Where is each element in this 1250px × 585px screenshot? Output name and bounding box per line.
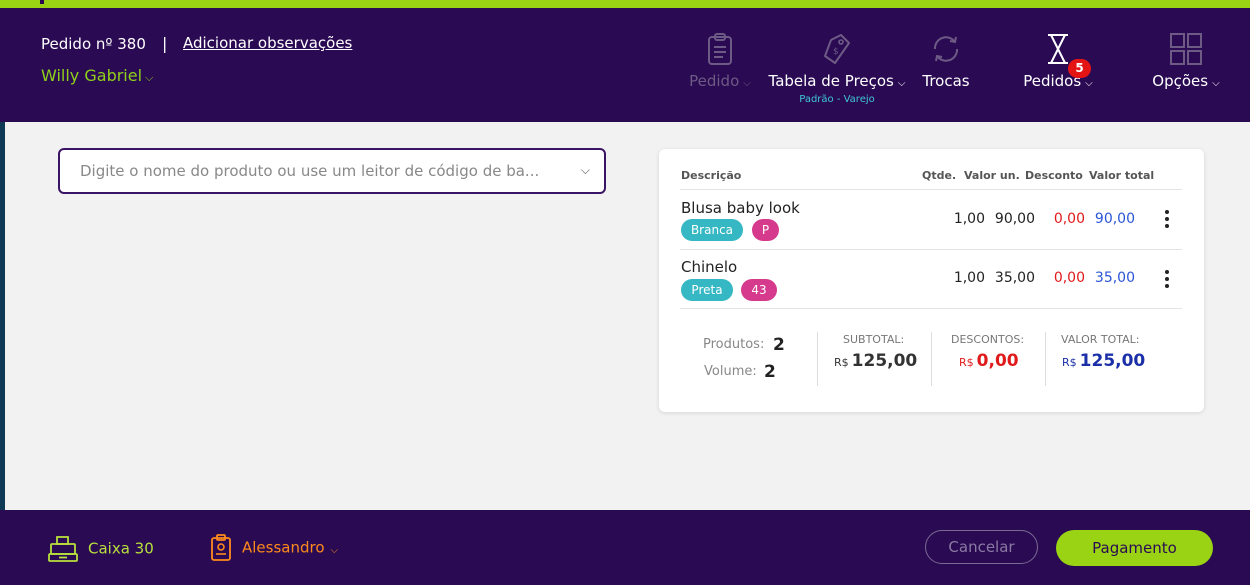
subtotal-label: SUBTOTAL: [843, 333, 905, 346]
column-header-qty: Qtde. [922, 169, 957, 182]
total-amount: 125,00 [1079, 351, 1146, 371]
item-total: 35,00 [1094, 270, 1135, 286]
item-name: Chinelo [681, 258, 738, 276]
price-tag-icon: $ [824, 34, 850, 64]
item-unit-price: 90,00 [994, 211, 1035, 227]
cash-register-icon [48, 536, 78, 562]
chevron-down-icon[interactable]: ⌵ [581, 163, 590, 178]
item-discount: 0,00 [1053, 211, 1085, 227]
svg-text:$: $ [833, 47, 839, 57]
chevron-down-icon: ⌵ [897, 78, 906, 89]
add-notes-link[interactable]: Adicionar observações [183, 34, 352, 52]
divider [680, 189, 1182, 190]
discounts-label: DESCONTOS: [951, 333, 1025, 346]
products-count: 2 [773, 335, 785, 355]
nav-trocas-label: Trocas [922, 72, 970, 90]
item-more-icon[interactable] [1162, 270, 1172, 290]
nav-pedido-label: Pedido [689, 72, 740, 90]
seller-name: Alessandro [242, 538, 325, 557]
nav-pedido[interactable]: Pedido ⌵ [682, 32, 758, 90]
order-number: Pedido nº 380 [41, 35, 146, 53]
volume-count: 2 [764, 362, 776, 382]
item-name: Blusa baby look [681, 199, 800, 217]
app-footer: Caixa 30 Alessandro ⌵ Cancelar Pagamento [0, 510, 1250, 585]
item-more-icon[interactable] [1162, 210, 1172, 230]
item-qty: 1,00 [953, 211, 985, 227]
item-unit-price: 35,00 [994, 270, 1035, 286]
clipboard-icon [708, 33, 732, 65]
orders-count-badge: 5 [1068, 59, 1091, 78]
left-edge-strip [0, 122, 5, 510]
size-tag: 43 [741, 279, 777, 301]
column-header-discount: Desconto [1025, 169, 1083, 182]
nav-tabela-label: Tabela de Preços [768, 72, 894, 90]
divider [1045, 332, 1046, 386]
search-placeholder: Digite o nome do produto ou use um leito… [80, 162, 540, 180]
product-search-input[interactable]: Digite o nome do produto ou use um leito… [58, 148, 606, 194]
color-tag: Branca [681, 219, 743, 241]
chevron-down-icon: ⌵ [330, 544, 339, 556]
divider [931, 332, 932, 386]
currency-symbol: R$ [1062, 356, 1077, 369]
cash-register-label: Caixa 30 [88, 539, 154, 558]
grid-icon [1170, 33, 1202, 65]
column-header-unit-price: Valor un. [964, 169, 1020, 182]
nav-trocas[interactable]: Trocas [915, 32, 977, 90]
header-separator: | [162, 34, 168, 53]
price-table-name: Padrão - Varejo [799, 94, 875, 105]
chevron-down-icon: ⌵ [743, 78, 751, 89]
size-tag: P [752, 219, 779, 241]
hourglass-icon [1048, 34, 1068, 64]
nav-opcoes[interactable]: Opções ⌵ [1148, 32, 1224, 90]
column-header-total: Valor total [1089, 169, 1155, 182]
item-qty: 1,00 [953, 270, 985, 286]
cancel-button[interactable]: Cancelar [925, 530, 1038, 564]
payment-button[interactable]: Pagamento [1056, 530, 1213, 566]
cart-panel: Descrição Qtde. Valor un. Desconto Valor… [659, 149, 1204, 412]
exchange-icon [933, 36, 959, 62]
color-tag: Preta [681, 279, 733, 301]
discounts-amount: 0,00 [976, 351, 1019, 371]
app-header: Pedido nº 380 | Adicionar observações Wi… [0, 8, 1250, 122]
chevron-down-icon: ⌵ [145, 71, 154, 84]
seller-selector[interactable]: Alessandro ⌵ [210, 534, 338, 562]
nav-tabela-precos[interactable]: $ Tabela de Preços ⌵ Padrão - Varejo [766, 32, 908, 105]
divider [680, 308, 1182, 309]
discounts-value: R$ 0,00 [959, 351, 1019, 371]
subtotal-value: R$ 125,00 [834, 351, 917, 371]
item-discount: 0,00 [1053, 270, 1085, 286]
chevron-down-icon: ⌵ [1085, 78, 1093, 89]
customer-name: Willy Gabriel [41, 66, 143, 85]
subtotal-amount: 125,00 [851, 351, 918, 371]
volume-label: Volume: [704, 364, 757, 379]
item-total: 90,00 [1094, 211, 1135, 227]
nav-opcoes-label: Opções [1152, 72, 1209, 90]
currency-symbol: R$ [834, 356, 849, 369]
divider [680, 249, 1182, 250]
id-badge-icon [211, 534, 231, 561]
customer-selector[interactable]: Willy Gabriel ⌵ [41, 66, 153, 85]
cash-register-selector[interactable]: Caixa 30 [48, 535, 154, 563]
top-accent-bar [0, 0, 1250, 8]
top-accent-notch [40, 0, 44, 4]
total-value: R$ 125,00 [1062, 351, 1145, 371]
products-label: Produtos: [703, 337, 765, 352]
chevron-down-icon: ⌵ [1212, 78, 1220, 89]
column-header-description: Descrição [681, 169, 742, 182]
currency-symbol: R$ [959, 356, 974, 369]
total-label: VALOR TOTAL: [1061, 333, 1140, 346]
divider [817, 332, 818, 386]
